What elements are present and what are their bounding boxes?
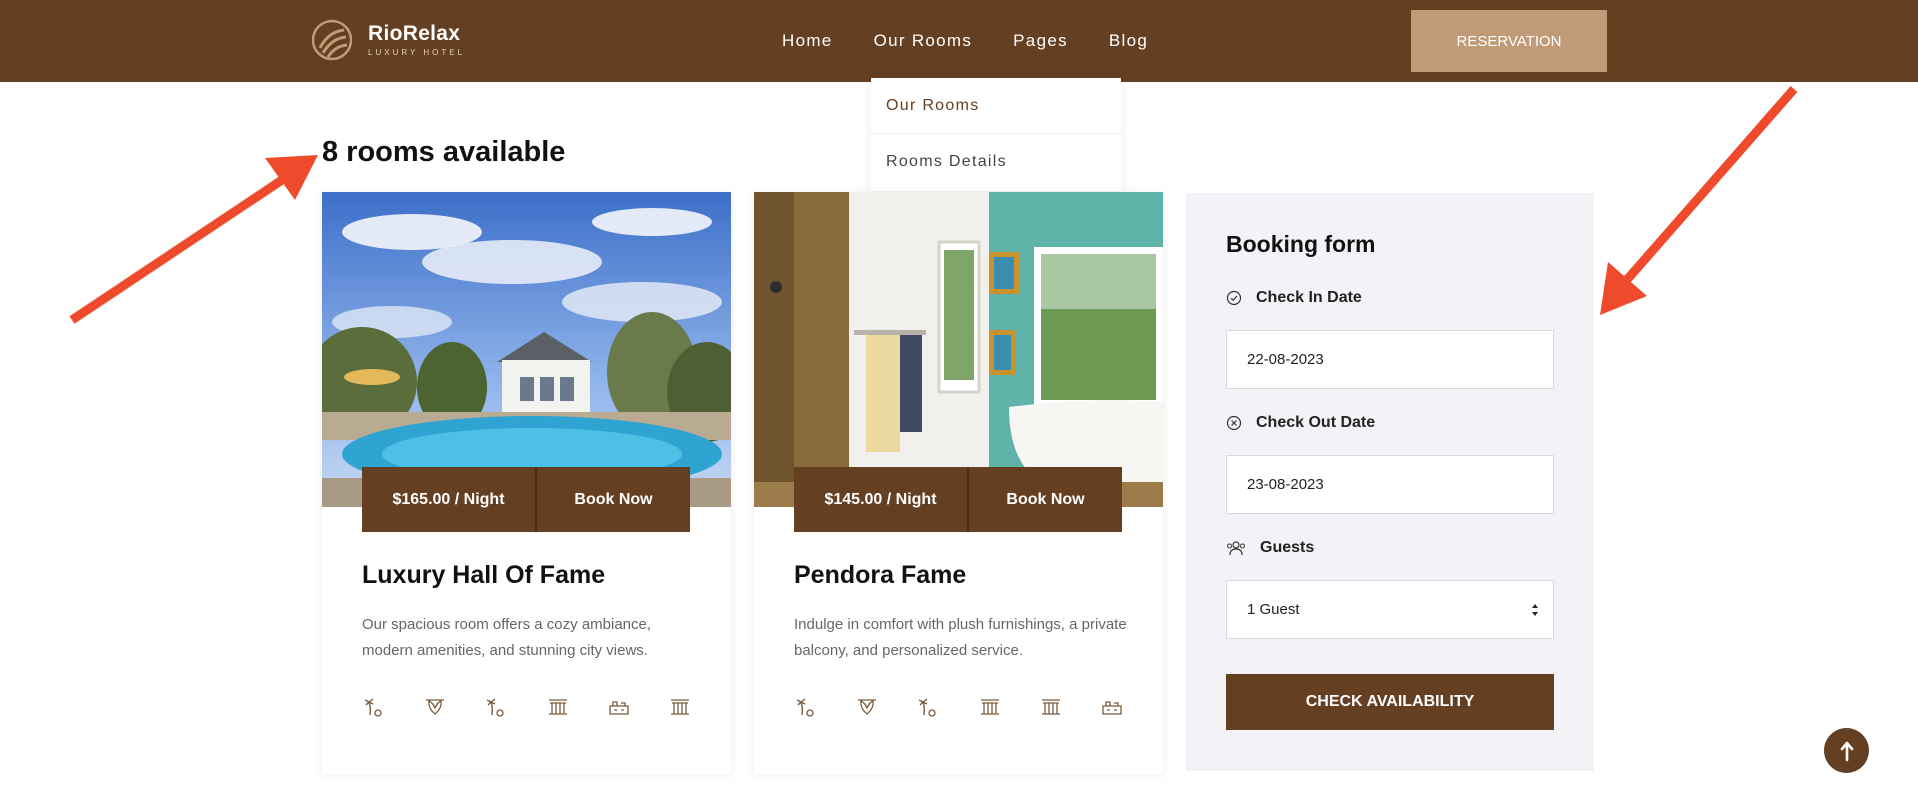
check-circle-icon — [1226, 290, 1242, 306]
brand-name: RioRelax — [368, 22, 461, 45]
brand-tagline: LUXURY HOTEL — [368, 48, 466, 57]
main-nav: Home Our Rooms Pages Blog — [782, 0, 1189, 82]
spa-icon — [858, 699, 877, 715]
room-card: $145.00 / Night Book Now Pendora Fame In… — [754, 192, 1163, 774]
rooms-available-heading: 8 rooms available — [322, 136, 566, 168]
room-image-bathroom[interactable] — [754, 192, 1163, 507]
checkin-date-input[interactable] — [1226, 330, 1554, 389]
dropdown-item-rooms-details[interactable]: Rooms Details — [871, 134, 1121, 190]
room-description: Indulge in comfort with plush furnishing… — [794, 616, 1127, 659]
our-rooms-dropdown: Our Rooms Rooms Details — [871, 78, 1121, 191]
nav-pages[interactable]: Pages — [1013, 31, 1068, 51]
pavilion-icon — [980, 699, 999, 715]
desk-icon — [609, 701, 629, 715]
brand-logo[interactable]: RioRelax LUXURY HOTEL — [310, 18, 465, 62]
pavilion-icon — [670, 699, 689, 715]
room-card: $165.00 / Night Book Now Luxury Hall Of … — [322, 192, 731, 774]
book-now-button[interactable]: Book Now — [537, 467, 690, 532]
booking-form: Booking form Check In Date Check Out Dat… — [1186, 193, 1594, 771]
room-amenities — [794, 694, 1124, 718]
checkout-date-input[interactable] — [1226, 455, 1554, 514]
dropdown-item-our-rooms[interactable]: Our Rooms — [871, 78, 1121, 134]
room-title[interactable]: Luxury Hall Of Fame — [362, 561, 605, 590]
guests-select-value: 1 Guest — [1247, 601, 1300, 618]
checkout-label: Check Out Date — [1226, 414, 1375, 432]
room-price: $145.00 / Night — [794, 467, 969, 532]
guests-label-text: Guests — [1260, 539, 1315, 556]
guests-label: Guests — [1226, 539, 1314, 557]
nav-blog[interactable]: Blog — [1109, 31, 1148, 51]
room-price-bar: $145.00 / Night Book Now — [794, 467, 1122, 532]
room-title[interactable]: Pendora Fame — [794, 561, 966, 590]
room-description: Our spacious room offers a cozy ambiance… — [362, 616, 652, 659]
reservation-button[interactable]: RESERVATION — [1411, 10, 1607, 72]
booking-form-title: Booking form — [1226, 231, 1376, 257]
palm-icon — [364, 698, 382, 717]
back-to-top-button[interactable] — [1824, 728, 1869, 773]
pavilion-icon — [548, 699, 567, 715]
annotation-arrow-right — [1600, 86, 1798, 315]
select-arrows-icon — [1532, 604, 1538, 616]
checkout-label-text: Check Out Date — [1256, 414, 1376, 431]
palm-icon — [919, 698, 937, 717]
room-image-pool[interactable] — [322, 192, 731, 507]
room-amenities — [362, 694, 692, 718]
checkin-label-text: Check In Date — [1256, 289, 1362, 306]
spa-icon — [426, 699, 445, 715]
book-now-button[interactable]: Book Now — [969, 467, 1122, 532]
desk-icon — [1102, 701, 1122, 715]
logo-mark-icon — [311, 19, 353, 61]
check-availability-button[interactable]: CHECK AVAILABILITY — [1226, 674, 1554, 730]
guests-select[interactable]: 1 Guest — [1226, 580, 1554, 639]
nav-our-rooms[interactable]: Our Rooms — [874, 31, 973, 51]
site-header: RioRelax LUXURY HOTEL Home Our Rooms Pag… — [0, 0, 1918, 82]
palm-icon — [487, 698, 505, 717]
room-price: $165.00 / Night — [362, 467, 537, 532]
pavilion-icon — [1041, 699, 1060, 715]
x-circle-icon — [1226, 415, 1242, 431]
users-icon — [1227, 541, 1245, 556]
palm-icon — [796, 698, 814, 717]
arrow-up-icon — [1840, 741, 1853, 761]
nav-home[interactable]: Home — [782, 31, 833, 51]
checkin-label: Check In Date — [1226, 289, 1362, 307]
annotation-arrow-left — [69, 155, 318, 324]
room-price-bar: $165.00 / Night Book Now — [362, 467, 690, 532]
